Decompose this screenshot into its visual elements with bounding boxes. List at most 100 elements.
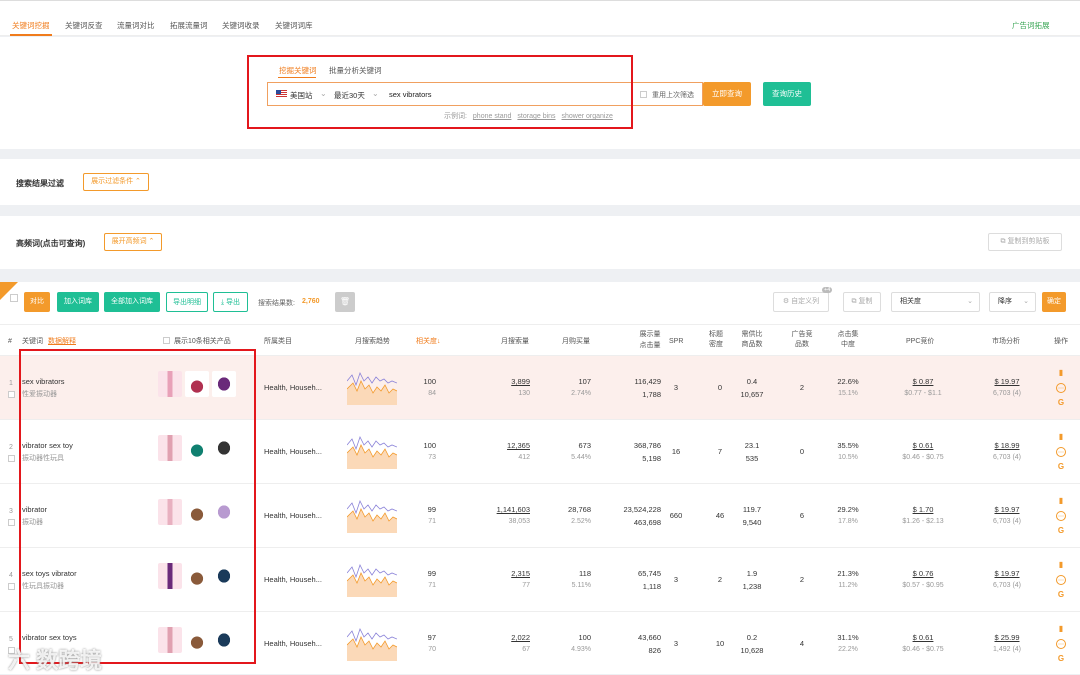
add-to-library-button[interactable]: 加入词库 <box>57 292 99 312</box>
trend-sparkline[interactable] <box>347 433 397 469</box>
row-clicks: 1,118 <box>642 582 661 591</box>
row-market-price[interactable]: $ 25.99 <box>985 633 1029 642</box>
row-ppc[interactable]: $ 0.76 <box>890 569 956 578</box>
sort-field-select[interactable]: 相关度 ⌄ <box>891 292 980 312</box>
row-relevance-sub: 71 <box>428 518 436 525</box>
custom-columns-button[interactable]: ⚙ 自定义列 <box>773 292 829 312</box>
google-icon[interactable]: G <box>1056 654 1066 664</box>
row-checkbox[interactable] <box>8 391 15 398</box>
col-relevance[interactable]: 相关度↓ <box>416 337 441 347</box>
export-detail-button[interactable]: 导出明细 <box>166 292 208 312</box>
bar-chart-icon[interactable]: ▮ <box>1056 624 1066 634</box>
add-all-button[interactable]: 全部加入词库 <box>104 292 160 312</box>
trend-sparkline[interactable] <box>347 497 397 533</box>
col-keyword[interactable]: 关键词 <box>22 337 43 347</box>
row-checkbox[interactable] <box>8 455 15 462</box>
row-title-density: 0 <box>717 383 723 392</box>
col-monthly-purchase[interactable]: 月购买量 <box>562 337 590 347</box>
tab-keyword-library[interactable]: 关键词词库 <box>275 20 313 31</box>
trend-sparkline[interactable] <box>347 561 397 597</box>
row-category: Health, Househ... <box>264 447 322 456</box>
trash-icon[interactable]: 🗑 <box>335 292 355 312</box>
row-checkbox[interactable] <box>8 583 15 590</box>
ad-keyword-expand-link[interactable]: 广告词拓展 <box>1012 20 1050 31</box>
more-icon[interactable]: ⋯ <box>1056 511 1066 521</box>
row-relevance: 100 <box>423 377 436 386</box>
more-icon[interactable]: ⋯ <box>1056 383 1066 393</box>
row-spr: 3 <box>673 575 679 584</box>
tab-traffic-compare[interactable]: 流量词对比 <box>117 20 155 31</box>
copy-button[interactable]: ⧉ 复制 <box>843 292 881 312</box>
expand-highfreq-button[interactable]: 展开高频词 ⌃ <box>104 233 162 251</box>
more-icon[interactable]: ⋯ <box>1056 575 1066 585</box>
col-monthly-search[interactable]: 月搜索量 <box>501 337 529 347</box>
col-clicks[interactable]: 点击量 <box>638 341 662 351</box>
reuse-filter-checkbox[interactable] <box>640 91 647 98</box>
watermark: 六 数跨境 <box>8 648 103 673</box>
row-monthly-search[interactable]: 1,141,603 <box>470 505 530 514</box>
row-click-concentration-sub: 10.5% <box>838 454 858 461</box>
trend-sparkline[interactable] <box>347 625 397 661</box>
bar-chart-icon[interactable]: ▮ <box>1056 432 1066 442</box>
tab-keyword-index[interactable]: 关键词收录 <box>222 20 260 31</box>
row-purchase-rate: 5.11% <box>571 582 591 589</box>
bar-chart-icon[interactable]: ▮ <box>1056 560 1066 570</box>
more-icon[interactable]: ⋯ <box>1056 639 1066 649</box>
col-spr[interactable]: SPR <box>669 337 683 347</box>
custom-columns-badge: +4 <box>822 287 833 293</box>
row-monthly-search[interactable]: 2,315 <box>470 569 530 578</box>
col-ad-products[interactable]: 广告竞品数 <box>790 330 814 350</box>
active-tab-underline <box>10 34 52 36</box>
google-icon[interactable]: G <box>1056 462 1066 472</box>
show10-checkbox[interactable] <box>163 337 170 344</box>
data-explain-link[interactable]: 数据解释 <box>48 337 76 347</box>
tab-keyword-mining[interactable]: 关键词挖掘 <box>12 20 50 31</box>
google-icon[interactable]: G <box>1056 590 1066 600</box>
row-index: 2 <box>9 444 13 451</box>
row-market-price[interactable]: $ 19.97 <box>985 377 1029 386</box>
row-monthly-search[interactable]: 12,365 <box>470 441 530 450</box>
query-now-button[interactable]: 立即查询 <box>703 82 751 106</box>
row-monthly-search[interactable]: 2,022 <box>470 633 530 642</box>
col-impressions[interactable]: 展示量 <box>638 330 662 340</box>
col-click-concentration[interactable]: 点击集中度 <box>836 330 860 350</box>
row-relevance-sub: 70 <box>428 646 436 653</box>
row-category: Health, Househ... <box>264 639 322 648</box>
col-title-density[interactable]: 标题密度 <box>706 330 726 350</box>
reuse-filter-label: 重用上次筛选 <box>652 92 694 99</box>
export-button[interactable]: ⤓ 导出 <box>213 292 248 312</box>
row-ppc[interactable]: $ 0.61 <box>890 441 956 450</box>
tab-expand-traffic[interactable]: 拓展流量词 <box>170 20 208 31</box>
row-market-price[interactable]: $ 19.97 <box>985 569 1029 578</box>
more-icon[interactable]: ⋯ <box>1056 447 1066 457</box>
row-ppc[interactable]: $ 0.87 <box>890 377 956 386</box>
compare-button[interactable]: 对比 <box>24 292 50 312</box>
trend-sparkline[interactable] <box>347 369 397 405</box>
confirm-button[interactable]: 确定 <box>1042 292 1066 312</box>
google-icon[interactable]: G <box>1056 526 1066 536</box>
tab-keyword-reverse[interactable]: 关键词反查 <box>65 20 103 31</box>
row-monthly-purchase: 107 <box>578 377 591 386</box>
row-checkbox[interactable] <box>8 519 15 526</box>
row-monthly-search[interactable]: 3,899 <box>470 377 530 386</box>
highlight-box-keywords <box>19 349 256 664</box>
row-ppc-range: $0.77 - $1.1 <box>904 390 942 397</box>
col-supply-demand[interactable]: 需供比 商品数 <box>739 330 765 350</box>
row-ppc[interactable]: $ 0.61 <box>890 633 956 642</box>
copy-clipboard-button[interactable]: ⧉ 复制到剪贴板 <box>988 233 1062 251</box>
row-market-price[interactable]: $ 19.97 <box>985 505 1029 514</box>
row-ppc-range: $0.46 - $0.75 <box>902 646 944 653</box>
row-market-price[interactable]: $ 18.99 <box>985 441 1029 450</box>
row-ppc[interactable]: $ 1.70 <box>890 505 956 514</box>
show-filter-button[interactable]: 展示过滤条件 ⌃ <box>83 173 149 191</box>
select-all-checkbox[interactable] <box>10 294 18 302</box>
google-icon[interactable]: G <box>1056 398 1066 408</box>
row-impressions: 368,786 <box>633 441 661 450</box>
sort-order-select[interactable]: 降序 ⌄ <box>989 292 1036 312</box>
row-click-concentration: 29.2% <box>837 505 859 514</box>
bar-chart-icon[interactable]: ▮ <box>1056 496 1066 506</box>
bar-chart-icon[interactable]: ▮ <box>1056 368 1066 378</box>
query-history-button[interactable]: 查询历史 <box>763 82 811 106</box>
row-spr: 660 <box>669 511 683 520</box>
row-relevance: 99 <box>427 569 436 578</box>
